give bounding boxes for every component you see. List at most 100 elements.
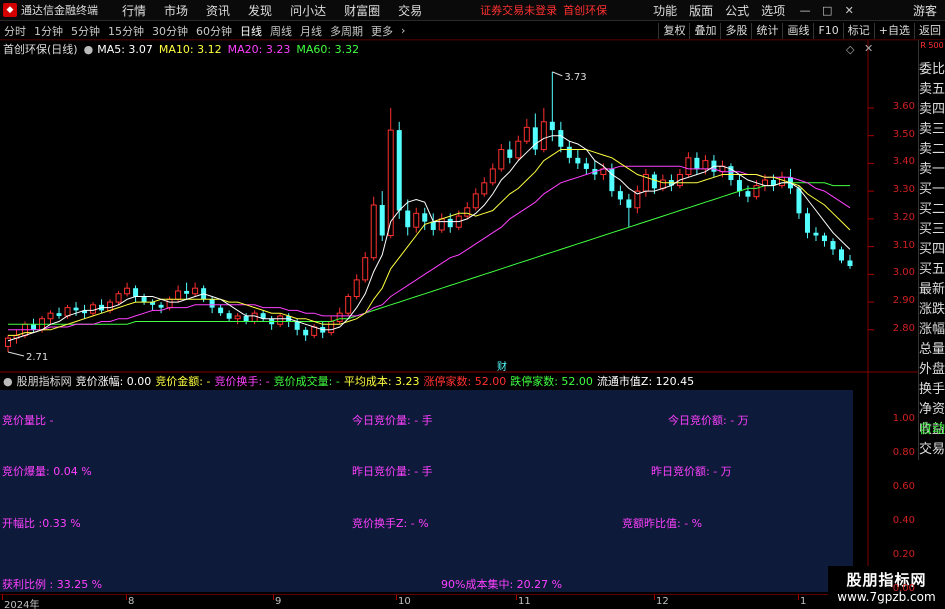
price-axis-label: 3.30 [892, 184, 915, 196]
candle-body [447, 218, 453, 228]
chart-title: 首创环保(日线) [3, 43, 78, 56]
candle-body [362, 257, 369, 281]
period-multi[interactable]: 多周期 [330, 23, 363, 39]
candle-body [438, 218, 445, 231]
candle-body [796, 188, 802, 214]
auction-turnover-z: 竞价换手Z: - % [352, 517, 429, 530]
close-icon[interactable]: ✕ [843, 4, 855, 17]
indicator-axis-label: 0.60 [892, 481, 915, 492]
period-weekly[interactable]: 周线 [270, 23, 292, 39]
ma10-line [8, 149, 851, 336]
low-marker-line [7, 351, 25, 357]
multi-stock-button[interactable]: 多股 [720, 23, 751, 39]
sidebar-item[interactable]: 买五 [919, 260, 945, 280]
menu-formula[interactable]: 公式 [725, 2, 749, 19]
candle-body [234, 315, 241, 320]
add-watchlist-button[interactable]: +自选 [873, 23, 914, 39]
sidebar-item[interactable]: 最新 [919, 280, 945, 300]
draw-line-button[interactable]: 画线 [782, 23, 813, 39]
candle-body [56, 313, 62, 316]
sidebar-item[interactable]: 委比 [919, 60, 945, 80]
menu-wealth[interactable]: 财富圈 [344, 2, 380, 19]
period-daily[interactable]: 日线 [240, 23, 262, 39]
menu-function[interactable]: 功能 [653, 2, 677, 19]
sidebar-item[interactable]: 涨跌 [919, 300, 945, 320]
event-marker: 财 [497, 360, 507, 373]
sidebar-item[interactable]: 卖一 [919, 160, 945, 180]
minimize-icon[interactable]: — [799, 4, 811, 17]
candle-body [830, 241, 836, 250]
menu-market[interactable]: 市场 [164, 2, 188, 19]
sidebar-item[interactable]: 卖二 [919, 140, 945, 160]
chart-tools: 复权 叠加 多股 统计 画线 F10 标记 +自选 返回 [658, 23, 945, 39]
sidebar-item[interactable]: 涨幅 [919, 320, 945, 340]
indicator-header-item: 竞价涨幅: 0.00 [75, 375, 152, 388]
sidebar-item[interactable]: 卖四 [919, 100, 945, 120]
menu-discover[interactable]: 发现 [248, 2, 272, 19]
high-price-label: 3.73 [564, 72, 586, 83]
sidebar-item[interactable]: 买一 [919, 180, 945, 200]
period-more[interactable]: 更多 [371, 23, 393, 39]
candle-body [345, 296, 352, 314]
candle-body [251, 312, 258, 322]
time-axis-tick [516, 595, 517, 600]
period-30min[interactable]: 30分钟 [152, 23, 188, 39]
period-15min[interactable]: 15分钟 [108, 23, 144, 39]
candle-body [507, 149, 513, 158]
candle-body [813, 232, 819, 236]
candle-body [778, 176, 785, 187]
period-toolbar: 分时 1分钟 5分钟 15分钟 30分钟 60分钟 日线 周线 月线 多周期 更… [0, 22, 945, 40]
menu-news[interactable]: 资讯 [206, 2, 230, 19]
guest-user[interactable]: 游客 [913, 2, 937, 19]
menu-trade[interactable]: 交易 [398, 2, 422, 19]
trade-label[interactable]: 交易 [919, 440, 945, 460]
overlay-button[interactable]: 叠加 [689, 23, 720, 39]
auto-trade-label[interactable]: 自动 [919, 420, 945, 440]
period-monthly[interactable]: 月线 [300, 23, 322, 39]
sidebar-item[interactable]: 买三 [919, 220, 945, 240]
candle-body [243, 315, 249, 322]
candle-body [804, 213, 810, 233]
period-1min[interactable]: 1分钟 [34, 23, 63, 39]
candle-body [73, 307, 79, 311]
chart-settings-icon[interactable]: ◇ [846, 43, 854, 56]
period-60min[interactable]: 60分钟 [196, 23, 232, 39]
sidebar-item[interactable]: 总量 [919, 340, 945, 360]
ma20-line [8, 165, 851, 331]
more-chevron-icon[interactable]: › [401, 24, 405, 37]
candle-body [583, 163, 589, 169]
menu-ask[interactable]: 问小达 [290, 2, 326, 19]
sidebar-item[interactable]: 净资 [919, 400, 945, 420]
indicator-toggle-icon[interactable]: ● [3, 375, 13, 388]
menu-layout[interactable]: 版面 [689, 2, 713, 19]
candle-body [5, 337, 11, 347]
candle-body [838, 249, 844, 261]
mark-button[interactable]: 标记 [842, 23, 874, 39]
sidebar-item[interactable]: 买二 [919, 200, 945, 220]
period-5min[interactable]: 5分钟 [71, 23, 100, 39]
sidebar-item[interactable]: 卖五 [919, 80, 945, 100]
r500-badge[interactable]: R 500 [919, 40, 945, 60]
candle-body [90, 304, 97, 314]
legend-toggle-icon[interactable]: ● [84, 43, 94, 56]
trade-login-notice[interactable]: 证券交易未登录 [480, 2, 557, 18]
period-tick[interactable]: 分时 [4, 23, 26, 39]
yesterday-auction-volume: 昨日竞价量: - 手 [352, 465, 433, 478]
sidebar-item[interactable]: 外盘 [919, 360, 945, 380]
adjust-button[interactable]: 复权 [658, 23, 689, 39]
sidebar-item[interactable]: 买四 [919, 240, 945, 260]
back-button[interactable]: 返回 [914, 23, 945, 39]
statistics-button[interactable]: 统计 [751, 23, 782, 39]
sidebar-item[interactable]: 卖三 [919, 120, 945, 140]
chart-close-icon[interactable]: ✕ [864, 42, 873, 55]
menu-quotes[interactable]: 行情 [122, 2, 146, 19]
menu-options[interactable]: 选项 [761, 2, 785, 19]
maximize-icon[interactable]: □ [821, 4, 833, 17]
f10-button[interactable]: F10 [813, 23, 842, 39]
candle-body [745, 191, 751, 197]
app-logo-icon: ◆ [3, 3, 17, 17]
sidebar-item[interactable]: 换手 [919, 380, 945, 400]
watermark: 股朋指标网 www.7gpzb.com [828, 566, 945, 609]
candle-body [166, 298, 173, 309]
candle-body [540, 121, 547, 151]
